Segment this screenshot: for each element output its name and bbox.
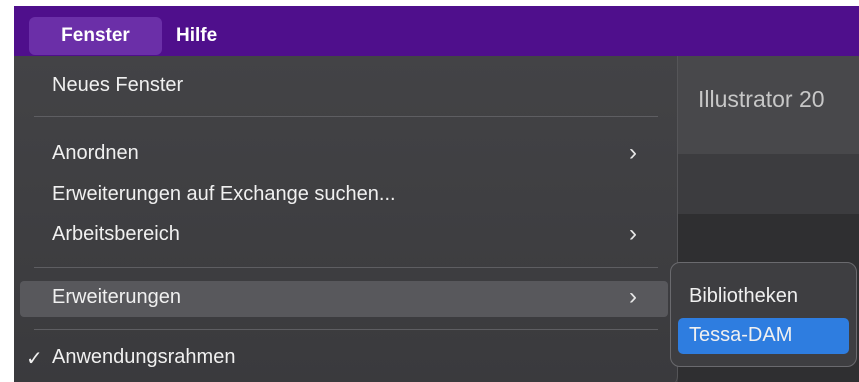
menu-separator — [34, 329, 658, 330]
erweiterungen-submenu: Bibliotheken Tessa-DAM — [670, 262, 857, 367]
menu-item-erweiterungen-suchen[interactable]: Erweiterungen auf Exchange suchen... — [14, 178, 677, 212]
screenshot-frame: Illustrator 20 Fenster Hilfe Neues Fenst… — [14, 6, 859, 382]
submenu-item-bibliotheken[interactable]: Bibliotheken — [678, 279, 849, 315]
menu-item-label: Arbeitsbereich — [52, 223, 180, 245]
menu-item-neues-fenster[interactable]: Neues Fenster — [14, 69, 677, 103]
checkmark-icon: ✓ — [26, 348, 43, 370]
chevron-right-icon: › — [629, 139, 637, 166]
app-toolbar-band — [678, 154, 859, 214]
submenu-item-label: Tessa-DAM — [689, 324, 793, 346]
app-window-title: Illustrator 20 — [698, 86, 825, 112]
chevron-right-icon: › — [629, 283, 637, 310]
menu-item-anordnen[interactable]: Anordnen › — [14, 137, 677, 171]
menu-item-anwendungsrahmen[interactable]: ✓ Anwendungsrahmen — [14, 341, 677, 375]
submenu-item-label: Bibliotheken — [689, 285, 798, 307]
submenu-item-tessa-dam[interactable]: Tessa-DAM — [678, 318, 849, 354]
menu-separator — [34, 267, 658, 268]
menu-item-label: Neues Fenster — [52, 74, 184, 96]
menu-separator — [34, 116, 658, 117]
menu-item-arbeitsbereich[interactable]: Arbeitsbereich › — [14, 218, 677, 252]
fenster-dropdown-menu: Neues Fenster Anordnen › Erweiterungen a… — [14, 56, 678, 382]
chevron-right-icon: › — [629, 220, 637, 247]
menu-fenster[interactable]: Fenster — [29, 17, 162, 55]
menu-item-erweiterungen[interactable]: Erweiterungen › — [20, 281, 668, 317]
menu-hilfe[interactable]: Hilfe — [164, 17, 229, 55]
menu-item-label: Erweiterungen auf Exchange suchen... — [52, 183, 396, 205]
menubar: Fenster Hilfe — [14, 6, 859, 56]
menu-item-label: Anwendungsrahmen — [52, 346, 236, 368]
menu-item-label: Erweiterungen — [52, 286, 181, 308]
menu-item-label: Anordnen — [52, 142, 139, 164]
